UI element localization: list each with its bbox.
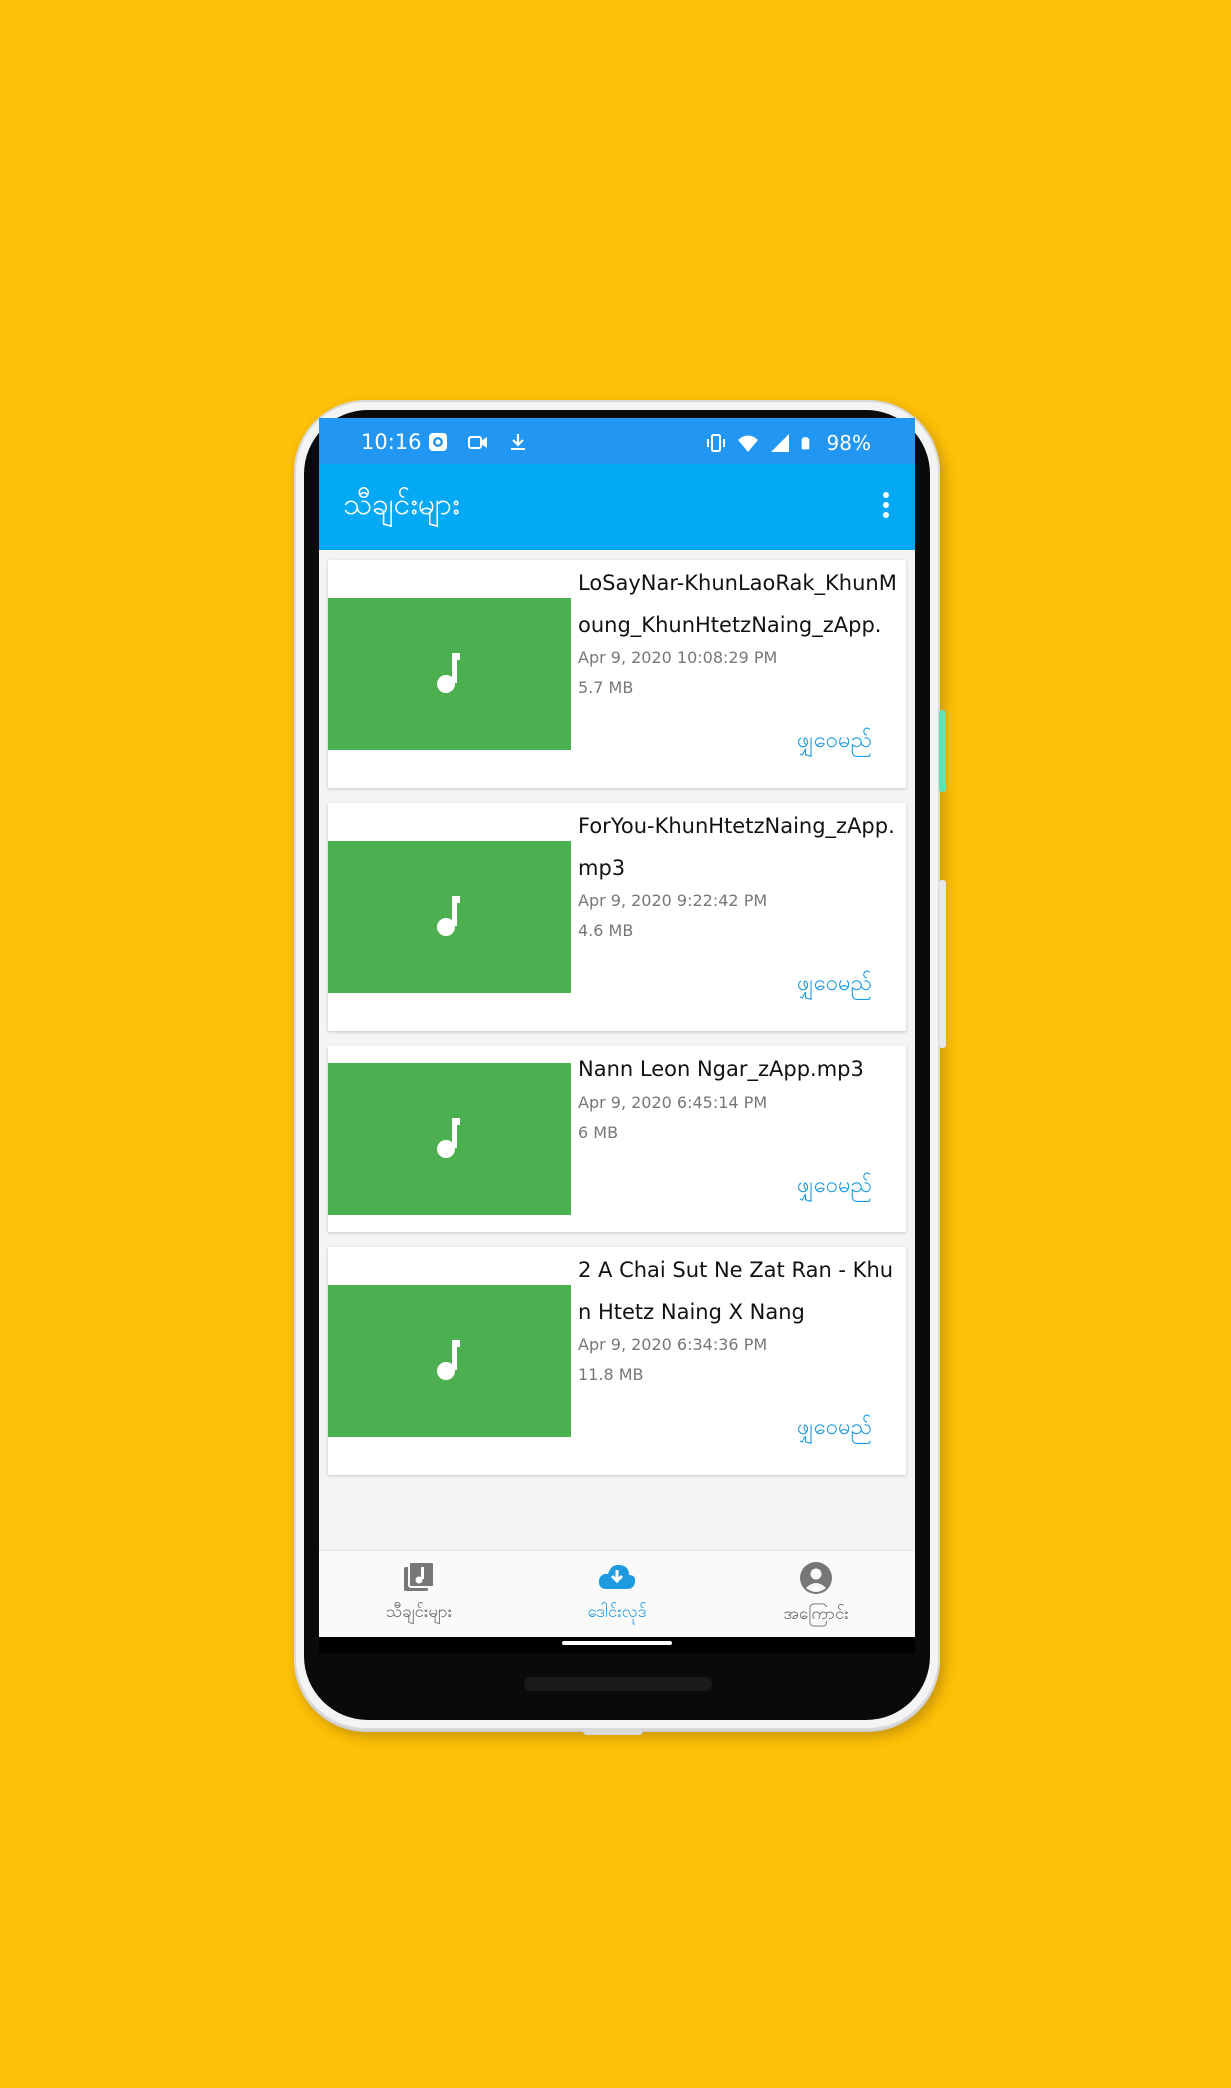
file-name: ForYou-KhunHtetzNaing_zApp.mp3 xyxy=(578,814,895,880)
power-button xyxy=(939,710,946,792)
nav-item-songs[interactable]: သီချင်းများ xyxy=(339,1561,499,1626)
account-circle-icon xyxy=(800,1562,832,1594)
file-size: 4.6 MB xyxy=(578,921,634,940)
file-size: 11.8 MB xyxy=(578,1365,644,1384)
download-card[interactable]: LoSayNar-KhunLaoRak_KhunMoung_KhunHtetzN… xyxy=(328,560,906,788)
share-button[interactable]: ဖျှဝေမည် xyxy=(797,968,872,1001)
file-date: Apr 9, 2020 10:08:29 PM xyxy=(578,648,778,667)
download-card[interactable]: ForYou-KhunHtetzNaing_zApp.mp3 Apr 9, 20… xyxy=(328,803,906,1031)
file-name: 2 A Chai Sut Ne Zat Ran - Khun Htetz Nai… xyxy=(578,1258,894,1324)
status-bar: 10:16 98% xyxy=(319,418,915,464)
nav-label: အကြောင်း xyxy=(783,1604,849,1624)
nav-label: ဒေါင်းလုဒ် xyxy=(587,1602,647,1622)
music-note-icon xyxy=(437,896,460,936)
file-size: 5.7 MB xyxy=(578,678,634,697)
music-note-icon xyxy=(437,1118,460,1158)
music-library-icon xyxy=(404,1561,435,1591)
file-name: Nann Leon Ngar_zApp.mp3 xyxy=(578,1057,864,1081)
share-button[interactable]: ဖျှဝေမည် xyxy=(797,725,872,758)
phone-speaker xyxy=(524,1677,712,1691)
status-time: 10:16 xyxy=(361,430,422,454)
file-date: Apr 9, 2020 6:45:14 PM xyxy=(578,1093,768,1112)
music-note-icon xyxy=(437,653,460,693)
phone-bottom-notch xyxy=(583,1729,643,1735)
battery-icon xyxy=(801,437,809,450)
file-thumbnail xyxy=(328,598,571,750)
app-screen: 10:16 98% သီချင်းများ LoSayNar-KhunLaoRa… xyxy=(319,418,915,1653)
share-button[interactable]: ဖျှဝေမည် xyxy=(797,1412,872,1445)
app-title: သီချင်းများ xyxy=(343,487,460,522)
bottom-navigation: သီချင်းများ ဒေါင်းလုဒ် အကြောင်း xyxy=(319,1550,915,1637)
file-thumbnail xyxy=(328,1285,571,1437)
signal-icon xyxy=(770,434,789,452)
file-thumbnail xyxy=(328,1063,571,1215)
share-button[interactable]: ဖျှဝေမည် xyxy=(797,1170,872,1203)
file-date: Apr 9, 2020 9:22:42 PM xyxy=(578,891,768,910)
nav-item-about[interactable]: အကြောင်း xyxy=(736,1561,896,1628)
screen-record-icon xyxy=(429,433,447,451)
music-note-icon xyxy=(437,1340,460,1380)
wifi-icon xyxy=(737,435,758,452)
status-left-icons xyxy=(427,431,529,453)
file-name: LoSayNar-KhunLaoRak_KhunMoung_KhunHtetzN… xyxy=(578,571,897,637)
video-icon xyxy=(468,436,487,449)
gesture-bar[interactable] xyxy=(562,1641,672,1645)
app-bar: သီချင်းများ xyxy=(319,464,915,550)
more-vert-icon[interactable] xyxy=(879,492,893,524)
volume-button xyxy=(939,880,946,1048)
status-right-icons: 98% xyxy=(705,431,871,455)
download-card[interactable]: Nann Leon Ngar_zApp.mp3 Apr 9, 2020 6:45… xyxy=(328,1046,906,1232)
download-card[interactable]: 2 A Chai Sut Ne Zat Ran - Khun Htetz Nai… xyxy=(328,1247,906,1475)
file-size: 6 MB xyxy=(578,1123,619,1142)
nav-label: သီချင်းများ xyxy=(385,1602,453,1622)
vibrate-icon xyxy=(706,434,725,452)
file-thumbnail xyxy=(328,841,571,993)
download-icon xyxy=(511,434,525,450)
gesture-area xyxy=(319,1637,915,1653)
cloud-download-icon xyxy=(598,1564,636,1589)
file-date: Apr 9, 2020 6:34:36 PM xyxy=(578,1335,768,1354)
nav-item-download[interactable]: ဒေါင်းလုဒ် xyxy=(537,1561,697,1626)
battery-percentage: 98% xyxy=(826,431,871,455)
